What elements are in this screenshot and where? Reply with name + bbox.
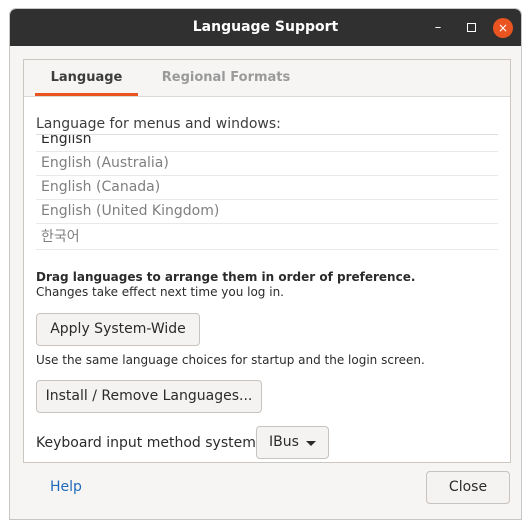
tab-regional-formats[interactable]: Regional Formats <box>161 60 291 96</box>
language-list[interactable]: English English (Australia) English (Can… <box>36 134 498 257</box>
list-item-language[interactable]: English (United Kingdom) <box>36 200 498 224</box>
minimize-button[interactable]: – <box>428 18 448 38</box>
keyboard-input-select[interactable]: IBus <box>256 426 329 459</box>
keyboard-input-label: Keyboard input method system: <box>36 435 261 451</box>
close-window-button[interactable]: × <box>493 18 513 38</box>
close-icon: × <box>497 21 509 35</box>
list-item-language[interactable]: English (Canada) <box>36 176 498 200</box>
minimize-icon: – <box>434 20 442 35</box>
close-button[interactable]: Close <box>426 471 510 504</box>
notebook: Language Regional Formats Language for m… <box>23 59 511 463</box>
list-item-language[interactable]: English (Australia) <box>36 152 498 176</box>
apply-system-wide-button[interactable]: Apply System-Wide <box>36 313 200 346</box>
language-list-heading: Language for menus and windows: <box>36 116 281 132</box>
help-button[interactable]: Help <box>50 479 82 495</box>
effect-hint: Changes take effect next time you log in… <box>36 285 284 299</box>
maximize-button[interactable] <box>461 18 481 38</box>
maximize-icon <box>466 23 476 32</box>
drag-hint: Drag languages to arrange them in order … <box>36 270 416 284</box>
apply-note: Use the same language choices for startu… <box>36 353 425 367</box>
language-support-window: Language Support – × Language Regional F… <box>9 8 522 520</box>
list-item-language[interactable]: 한국어 <box>36 226 498 250</box>
titlebar[interactable]: Language Support – × <box>10 9 521 46</box>
chevron-down-icon <box>306 441 316 446</box>
tab-language[interactable]: Language <box>35 60 138 96</box>
keyboard-input-value: IBus <box>269 434 299 450</box>
tab-bar: Language Regional Formats <box>24 60 510 97</box>
install-remove-languages-button[interactable]: Install / Remove Languages... <box>36 380 262 413</box>
list-item-language[interactable]: English <box>36 135 498 152</box>
